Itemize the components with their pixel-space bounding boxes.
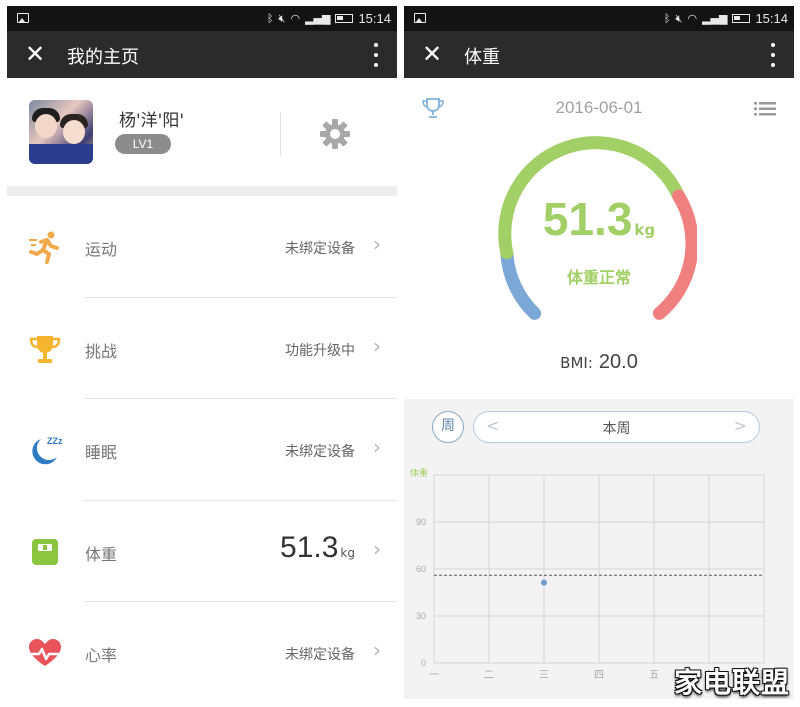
wifi-icon: ◠ — [290, 11, 301, 25]
svg-text:ZZz: ZZz — [47, 436, 63, 446]
status-bar: ᛒ 🔇︎ ◠ ▂▄▆ 15:14 — [404, 6, 794, 31]
item-status: 未绑定设备 — [285, 241, 355, 257]
list-item-weight[interactable]: 体重 51.3 kg › — [7, 500, 397, 602]
weight-number: 51.3 — [280, 530, 339, 564]
left-screen: ᛒ 🔇︎ ◠ ▂▄▆ 15:14 ✕ 我的主页 杨'洋'阳' LV1 运动 未绑… — [7, 6, 397, 699]
chart-point — [541, 579, 547, 586]
chart-y-tick: 90 — [416, 517, 426, 527]
page-title: 体重 — [464, 47, 500, 68]
chevron-right-icon: › — [373, 638, 381, 662]
more-vertical-icon[interactable] — [373, 43, 379, 67]
chart-x-tick: 三 — [539, 670, 549, 681]
item-label: 体重 — [85, 544, 118, 564]
item-status: 未绑定设备 — [285, 444, 355, 460]
status-bar: ᛒ 🔇︎ ◠ ▂▄▆ 15:14 — [7, 6, 397, 31]
chevron-right-icon: › — [373, 536, 381, 561]
week-selector: < 本周 > — [473, 411, 760, 443]
sleep-moon-icon: ZZz — [32, 436, 63, 465]
week-label: 本周 — [602, 421, 631, 437]
more-vertical-icon[interactable] — [770, 43, 776, 67]
trophy-icon — [29, 335, 61, 363]
page-title: 我的主页 — [67, 47, 139, 68]
nav-bar: ✕ 我的主页 — [7, 31, 397, 78]
chart-x-tick: 二 — [484, 670, 494, 681]
close-icon[interactable]: ✕ — [21, 40, 49, 68]
chart-x-tick: 五 — [649, 670, 659, 681]
chart-area: 周 < 本周 > 0 30 60 90 体重一二三四五六日 — [404, 399, 794, 699]
list-item-sport[interactable]: 运动 未绑定设备 › — [7, 196, 397, 298]
section-gap — [7, 186, 397, 196]
bluetooth-icon: ᛒ — [663, 11, 671, 25]
list-icon[interactable] — [754, 102, 776, 116]
item-status: 功能升级中 — [285, 342, 355, 359]
gear-icon[interactable] — [319, 118, 351, 150]
mute-icon: 🔇︎ — [675, 11, 683, 25]
battery-icon — [335, 14, 354, 23]
right-screen: ᛒ 🔇︎ ◠ ▂▄▆ 15:14 ✕ 体重 2016-06-01 51.3 kg… — [404, 6, 794, 699]
image-notification-icon — [17, 13, 29, 23]
chart-x-tick: 四 — [594, 670, 604, 681]
signal-icon: ▂▄▆ — [305, 11, 331, 25]
list-item-challenge[interactable]: 挑战 功能升级中 › — [7, 297, 397, 399]
avatar[interactable] — [29, 100, 93, 164]
list-item-heart-rate[interactable]: 心率 未绑定设备 › — [7, 602, 397, 699]
gauge-weight-unit: kg — [634, 221, 656, 239]
period-toggle-button[interactable]: 周 — [432, 411, 464, 443]
next-week-button[interactable]: > — [734, 416, 747, 435]
chart-y-tick: 30 — [416, 611, 426, 621]
close-icon[interactable]: ✕ — [418, 40, 446, 68]
chart-y-tick: 60 — [416, 564, 426, 574]
item-status: 未绑定设备 — [285, 647, 355, 663]
item-label: 睡眠 — [85, 443, 118, 462]
level-badge: LV1 — [115, 134, 171, 154]
weight-status: 体重正常 — [566, 268, 631, 287]
image-notification-icon — [414, 13, 426, 23]
chart-x-tick: 一 — [429, 670, 439, 681]
nav-bar: ✕ 体重 — [404, 31, 794, 78]
date-label: 2016-06-01 — [555, 98, 643, 117]
bmi-value: 20.0 — [598, 351, 638, 373]
wifi-icon: ◠ — [687, 11, 698, 25]
scale-icon — [32, 538, 58, 565]
item-label: 挑战 — [85, 341, 118, 361]
running-icon — [29, 231, 59, 264]
username: 杨'洋'阳' — [119, 111, 185, 131]
list-item-sleep[interactable]: ZZz 睡眠 未绑定设备 › — [7, 399, 397, 501]
chevron-right-icon: › — [373, 333, 381, 358]
chevron-right-icon: › — [373, 232, 381, 256]
battery-icon — [732, 14, 751, 23]
signal-icon: ▂▄▆ — [702, 11, 728, 25]
weight-value: 51.3 kg — [280, 531, 355, 565]
gauge-weight-value: 51.3 — [542, 193, 633, 245]
weight-chart: 0306090体重一二三四五六日 — [410, 467, 769, 681]
status-time: 15:14 — [755, 11, 788, 26]
item-label: 心率 — [85, 646, 118, 665]
watermark: 家电联盟 — [673, 666, 790, 699]
bmi-readout: BMI: 20.0 — [404, 351, 794, 374]
chart-y-label: 体重 — [410, 467, 428, 479]
weight-header: 2016-06-01 — [404, 78, 794, 134]
weight-unit: kg — [340, 545, 355, 560]
chart-y-tick: 0 — [421, 658, 426, 668]
heart-rate-icon — [29, 639, 61, 666]
status-time: 15:14 — [358, 11, 391, 26]
gauge-weight-readout: 51.3 kg — [404, 192, 794, 246]
chevron-right-icon: › — [373, 435, 381, 459]
item-label: 运动 — [85, 240, 118, 259]
divider — [280, 112, 281, 156]
profile-card[interactable]: 杨'洋'阳' LV1 — [7, 78, 397, 186]
mute-icon: 🔇︎ — [278, 11, 286, 25]
bluetooth-icon: ᛒ — [266, 11, 274, 25]
bmi-label: BMI: — [560, 354, 593, 372]
